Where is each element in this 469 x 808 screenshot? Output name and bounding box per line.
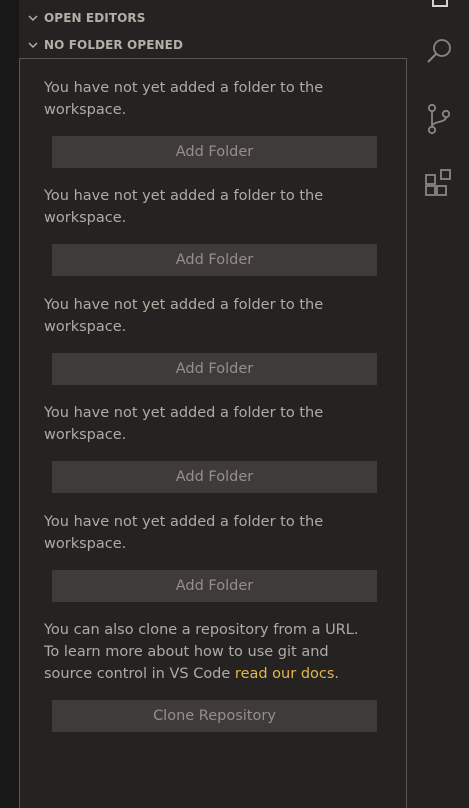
add-folder-button[interactable]: Add Folder	[52, 244, 377, 276]
source-control-icon	[424, 102, 454, 140]
files-icon	[425, 0, 453, 16]
activity-bar	[409, 0, 469, 808]
empty-workspace-message: You have not yet added a folder to the w…	[44, 188, 324, 226]
add-folder-button[interactable]: Add Folder	[52, 570, 377, 602]
extensions-icon	[423, 167, 455, 203]
activity-explorer[interactable]	[409, 0, 469, 24]
activity-search[interactable]	[409, 29, 469, 77]
activity-extensions[interactable]	[409, 161, 469, 209]
read-docs-link[interactable]: read our docs	[235, 666, 335, 682]
empty-workspace-message: You have not yet added a folder to the w…	[44, 80, 324, 118]
no-folder-panel: You have not yet added a folder to the w…	[19, 58, 407, 808]
clone-message-suffix: .	[334, 666, 340, 682]
section-header-open-editors[interactable]: OPEN EDITORS	[19, 5, 409, 31]
add-folder-button[interactable]: Add Folder	[52, 353, 377, 385]
chevron-down-icon	[19, 5, 44, 31]
empty-workspace-message: You have not yet added a folder to the w…	[44, 405, 324, 443]
section-title-no-folder: NO FOLDER OPENED	[44, 38, 184, 52]
section-title-open-editors: OPEN EDITORS	[44, 11, 146, 25]
add-folder-button[interactable]: Add Folder	[52, 461, 377, 493]
chevron-down-icon	[19, 32, 44, 58]
section-header-no-folder[interactable]: NO FOLDER OPENED	[19, 32, 409, 58]
empty-workspace-message: You have not yet added a folder to the w…	[44, 297, 324, 335]
empty-workspace-message: You have not yet added a folder to the w…	[44, 514, 324, 552]
add-folder-button[interactable]: Add Folder	[52, 136, 377, 168]
search-icon	[424, 36, 454, 70]
clone-repository-button[interactable]: Clone Repository	[52, 700, 377, 732]
activity-source-control[interactable]	[409, 97, 469, 145]
explorer-sidebar: OPEN EDITORS NO FOLDER OPENED You have n…	[19, 0, 409, 808]
clone-message: You can also clone a repository from a U…	[44, 619, 359, 685]
editor-edge	[0, 0, 19, 808]
vscode-window: OPEN EDITORS NO FOLDER OPENED You have n…	[0, 0, 469, 808]
